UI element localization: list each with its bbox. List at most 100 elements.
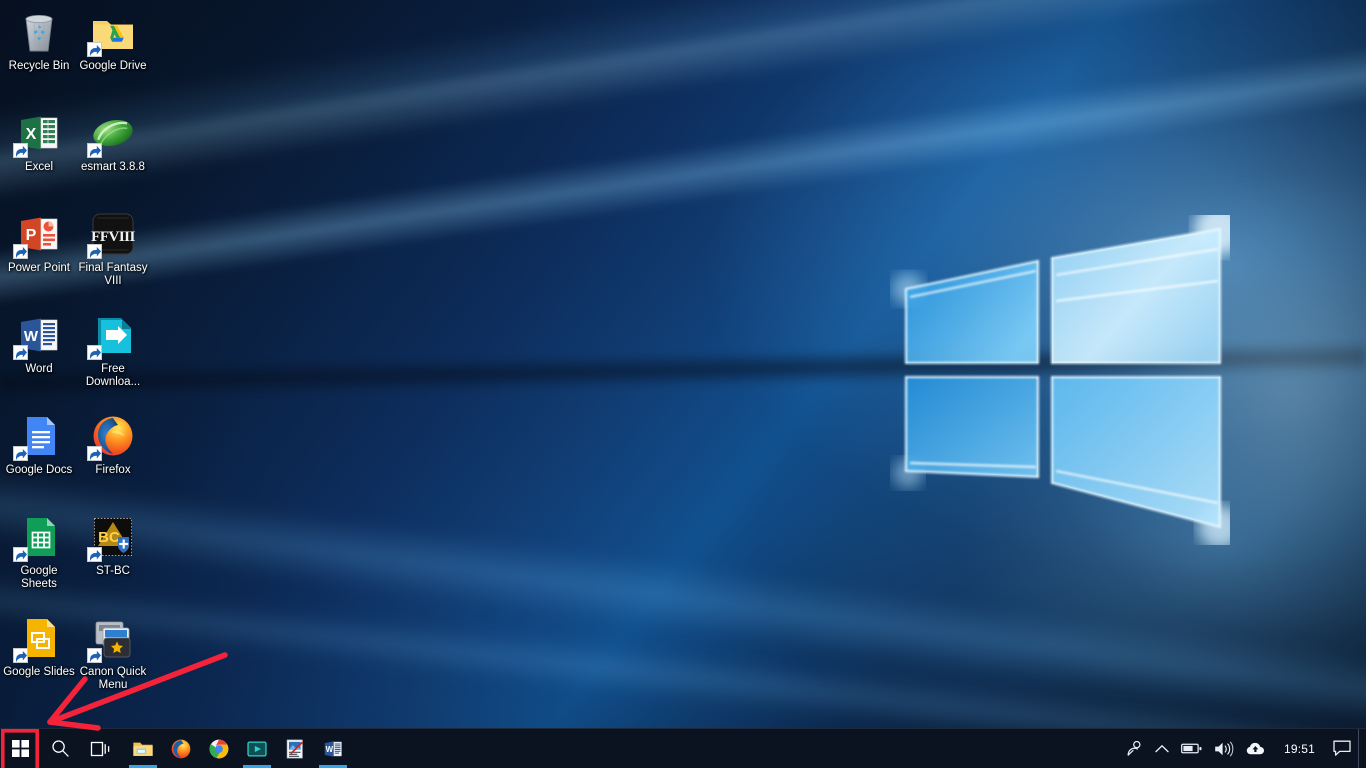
icon-artwork: BC [87, 513, 137, 562]
desktop-icon-label: Free Downloa... [85, 363, 141, 388]
taskbar: W 19:51 [0, 728, 1366, 768]
desktop-icon-label: Word [25, 363, 53, 375]
icon-artwork: FFVIII [87, 210, 137, 259]
desktop-icon-power-point[interactable]: P Power Point [2, 210, 76, 275]
onedrive-button[interactable] [1240, 729, 1273, 768]
clock-time: 19:51 [1283, 741, 1315, 756]
shortcut-overlay-icon [13, 345, 28, 360]
start-button[interactable] [0, 729, 40, 768]
icon-artwork: W [13, 311, 63, 360]
taskbar-app-photo-editor[interactable] [278, 729, 312, 768]
svg-text:W: W [24, 328, 39, 345]
show-desktop-button[interactable] [1358, 729, 1364, 768]
file-explorer-icon [133, 742, 153, 756]
chevron-up-icon [1155, 744, 1169, 752]
task-view-icon [90, 741, 109, 756]
chrome-icon [209, 739, 229, 758]
svg-text:BC: BC [98, 529, 120, 546]
desktop-icon-excel[interactable]: X Excel [2, 109, 76, 174]
desktop-wallpaper[interactable] [0, 0, 1366, 768]
shortcut-overlay-icon [13, 446, 28, 461]
microsoft-word-icon: W [324, 740, 342, 757]
app-artwork [208, 738, 230, 760]
icon-artwork [87, 614, 137, 663]
wallpaper-vignette [0, 0, 1366, 768]
battery-icon [1181, 743, 1202, 754]
desktop-icon-label: Google Drive [79, 60, 147, 72]
app-artwork [170, 738, 192, 760]
desktop-icon-esmart-3-8-8[interactable]: esmart 3.8.8 [76, 109, 150, 174]
desktop-icon-google-drive[interactable]: Google Drive [76, 8, 150, 73]
icon-artwork [13, 513, 63, 562]
desktop-icon-st-bc[interactable]: BC ST-BC [76, 513, 150, 578]
clock[interactable]: 19:51 [1273, 729, 1326, 768]
action-center-button[interactable] [1326, 729, 1358, 768]
desktop-icon-recycle-bin[interactable]: Recycle Bin [2, 8, 76, 73]
task-view-button[interactable] [80, 729, 120, 768]
volume-button[interactable] [1208, 729, 1240, 768]
icon-artwork [87, 311, 137, 360]
taskbar-app-word[interactable]: W [316, 729, 350, 768]
onedrive-cloud-icon [1246, 742, 1264, 755]
app-artwork [132, 738, 154, 760]
desktop-icon-firefox[interactable]: Firefox [76, 412, 150, 477]
desktop-icon-label: ST-BC [96, 565, 130, 577]
taskbar-app-google-chrome[interactable] [202, 729, 236, 768]
photo-editor-icon [286, 739, 304, 758]
battery-button[interactable] [1175, 729, 1208, 768]
show-hidden-icons-button[interactable] [1149, 729, 1175, 768]
desktop-icon-final-fantasy-viii[interactable]: FFVIII Final Fantasy VIII [76, 210, 150, 288]
shortcut-overlay-icon [87, 42, 102, 57]
windows-start-icon [11, 740, 29, 757]
svg-text:FFVIII: FFVIII [91, 229, 135, 245]
desktop-icon-label: Google Sheets [20, 565, 58, 590]
desktop-icon-google-slides[interactable]: Google Slides [2, 614, 76, 679]
icon-artwork [13, 412, 63, 461]
people-icon-button[interactable] [1120, 729, 1149, 768]
search-button[interactable] [40, 729, 80, 768]
desktop-icon-canon-quick-menu[interactable]: Canon Quick Menu [76, 614, 150, 692]
taskbar-app-firefox[interactable] [164, 729, 198, 768]
desktop-icon-label: Final Fantasy VIII [78, 262, 148, 287]
shortcut-overlay-icon [87, 244, 102, 259]
notification-bubble-icon [1333, 740, 1351, 756]
desktop-icon-label: esmart 3.8.8 [81, 161, 145, 173]
icon-artwork [87, 8, 137, 57]
app-artwork [284, 738, 306, 760]
system-tray: 19:51 [1120, 729, 1366, 768]
shortcut-overlay-icon [87, 143, 102, 158]
shortcut-overlay-icon [87, 345, 102, 360]
icon-artwork [13, 614, 63, 663]
shortcut-overlay-icon [13, 648, 28, 663]
shortcut-overlay-icon [87, 547, 102, 562]
desktop-icon-google-sheets[interactable]: Google Sheets [2, 513, 76, 591]
taskbar-app-file-explorer[interactable] [126, 729, 160, 768]
speaker-icon [1215, 741, 1234, 756]
shortcut-overlay-icon [13, 244, 28, 259]
app-artwork: W [322, 738, 344, 760]
desktop-icon-label: Recycle Bin [8, 60, 70, 72]
search-icon [51, 740, 69, 757]
media-player-icon [247, 740, 267, 757]
taskbar-app-media-player[interactable] [240, 729, 274, 768]
icon-artwork [87, 412, 137, 461]
taskbar-app-buttons: W [124, 729, 352, 768]
icon-artwork: P [13, 210, 63, 259]
desktop-icon-label: Firefox [95, 464, 131, 476]
shortcut-overlay-icon [87, 648, 102, 663]
firefox-icon [171, 739, 191, 758]
desktop-icon-label: Google Slides [3, 666, 75, 678]
desktop-icon-google-docs[interactable]: Google Docs [2, 412, 76, 477]
recycle-bin-icon [25, 15, 53, 52]
svg-text:P: P [26, 227, 37, 244]
svg-text:X: X [26, 126, 37, 143]
people-icon [1127, 740, 1141, 756]
shortcut-overlay-icon [13, 547, 28, 562]
desktop-icon-label: Canon Quick Menu [79, 666, 147, 691]
icon-artwork: X [13, 109, 63, 158]
desktop-icon-free-downloa[interactable]: Free Downloa... [76, 311, 150, 389]
shortcut-overlay-icon [87, 446, 102, 461]
desktop-icon-label: Power Point [7, 262, 70, 274]
desktop-icon-word[interactable]: W Word [2, 311, 76, 376]
shortcut-overlay-icon [13, 143, 28, 158]
